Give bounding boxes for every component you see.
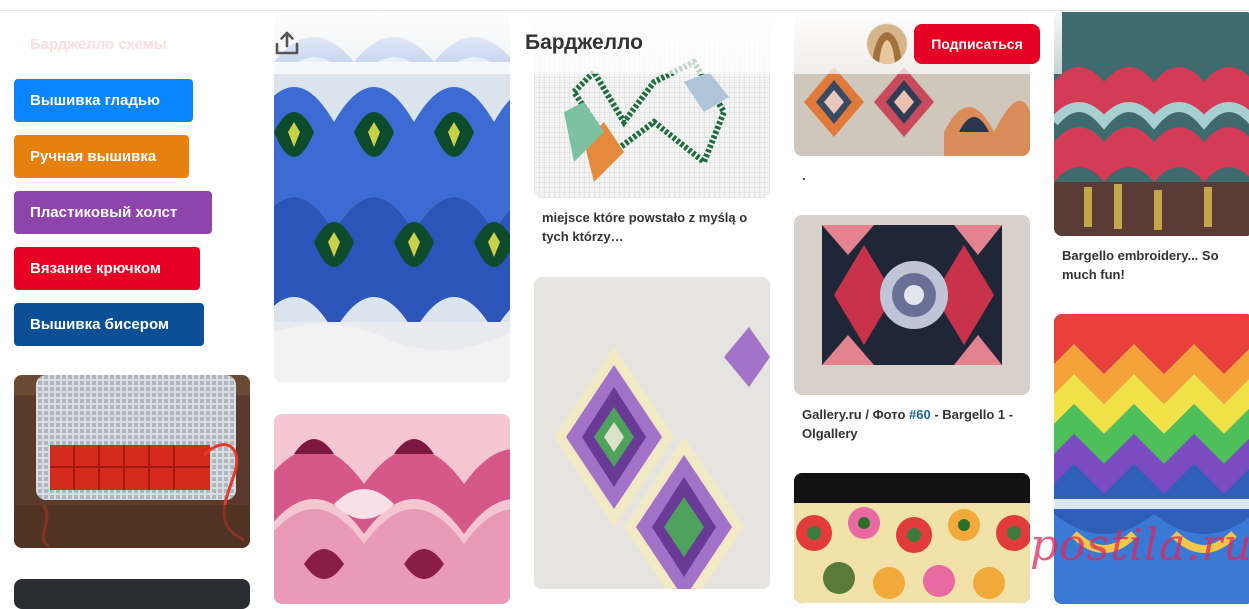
- pin-plastic-canvas[interactable]: [14, 375, 250, 548]
- caption-teal-bargello: Bargello embroidery... So much fun!: [1062, 248, 1219, 282]
- subscribe-button[interactable]: Подписаться: [914, 24, 1040, 64]
- red-blue-pattern-image: [794, 215, 1030, 395]
- pin-flower-pattern[interactable]: [794, 473, 1030, 603]
- teal-bargello-image: [1054, 12, 1249, 236]
- flower-pattern-image: [794, 473, 1030, 603]
- tag-bargello-schemes[interactable]: Барджелло схемы: [14, 23, 203, 66]
- tag-satin-stitch[interactable]: Вышивка гладью: [14, 79, 193, 122]
- pin-dark-bottom[interactable]: [14, 579, 250, 609]
- plastic-canvas-image: [14, 375, 250, 548]
- pin-teal-bargello[interactable]: [1054, 12, 1249, 236]
- pin-purple-diamond[interactable]: [534, 277, 770, 589]
- pink-bargello-image: [274, 414, 510, 604]
- caption-gallery: Gallery.ru / Фото #60 - Bargello 1 - Olg…: [802, 405, 1027, 443]
- pin-pink-bargello[interactable]: [274, 414, 510, 604]
- share-icon[interactable]: [274, 30, 300, 56]
- dark-canvas-image: [14, 579, 250, 609]
- caption-chart-pattern: miejsce które powstało z myślą o tych kt…: [542, 210, 748, 244]
- avatar[interactable]: [866, 23, 908, 65]
- tag-plastic-canvas[interactable]: Пластиковый холст: [14, 191, 212, 234]
- tag-crochet[interactable]: Вязание крючком: [14, 247, 200, 290]
- pin-red-blue-pattern[interactable]: [794, 215, 1030, 395]
- caption-gallery-link[interactable]: #60: [909, 407, 931, 422]
- tag-bead-embroidery[interactable]: Вышивка бисером: [14, 303, 204, 346]
- top-divider: [0, 10, 1249, 11]
- purple-diamond-image: [534, 277, 770, 589]
- caption-gallery-prefix: Gallery.ru / Фото: [802, 407, 910, 422]
- watermark: postila.ru: [1030, 520, 1249, 571]
- tag-hand-embroidery[interactable]: Ручная вышивка: [14, 135, 189, 178]
- caption-orange-pattern: .: [802, 168, 806, 183]
- page-title: Барджелло: [525, 31, 643, 54]
